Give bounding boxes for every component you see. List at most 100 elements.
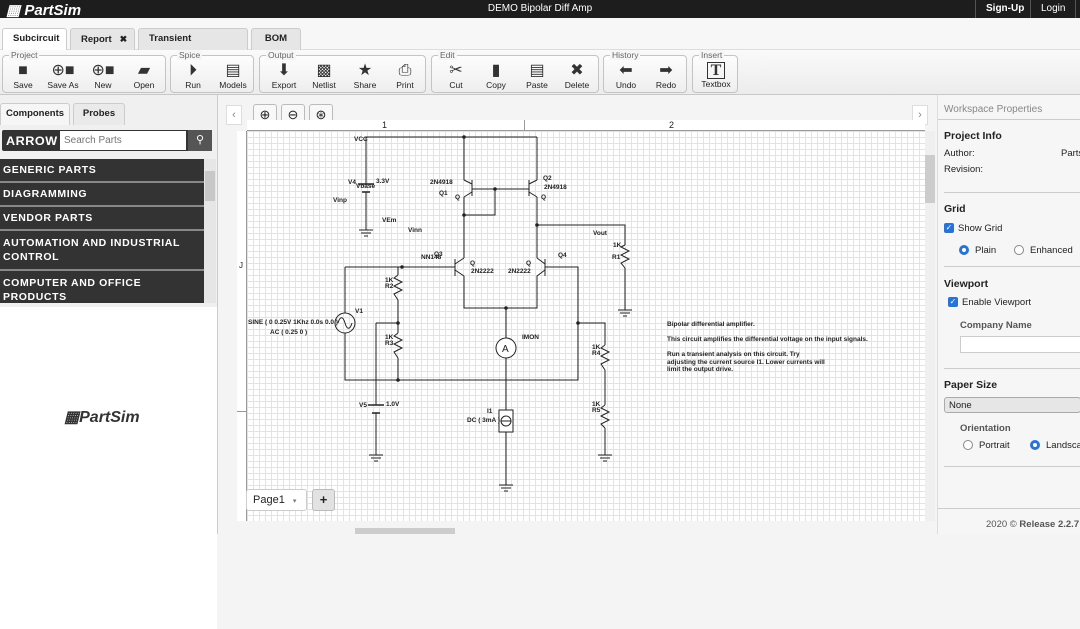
- tool-label: Cut: [449, 80, 463, 90]
- schematic-canvas[interactable]: VCC V4 Vbase 3.3V Vinp VEm Vinn 2N4918 Q…: [247, 131, 925, 521]
- redo-button[interactable]: ➡ Redo: [646, 62, 686, 90]
- ruler-divider: [524, 120, 525, 131]
- folder-plus-icon: ⊕■: [91, 62, 115, 79]
- document-title: DEMO Bipolar Diff Amp: [487, 3, 593, 14]
- label-q3: Q3: [434, 251, 443, 258]
- toolbar: Project ■ Save ⊕■ Save As ⊕■ New ▰ Open Spic…: [0, 50, 1080, 95]
- workspace-properties-panel: Workspace Properties Project Info Author…: [937, 95, 1080, 534]
- scrollbar-thumb[interactable]: [925, 155, 935, 203]
- checkbox-checked-icon[interactable]: ✓: [944, 223, 954, 234]
- label-r1: R1: [612, 254, 621, 261]
- category-generic-parts[interactable]: GENERIC PARTS: [0, 159, 204, 183]
- folder-download-icon: ⊕■: [51, 62, 75, 79]
- tab-subcircuit[interactable]: Subcircuit: [2, 28, 67, 51]
- resistor-r3[interactable]: [392, 332, 404, 359]
- close-icon[interactable]: ✖: [120, 34, 128, 44]
- tool-label: Print: [396, 80, 414, 90]
- author-value[interactable]: Parts: [1061, 148, 1080, 159]
- search-button[interactable]: ⚲: [188, 130, 212, 151]
- resistor-r2[interactable]: [392, 274, 404, 301]
- tab-components[interactable]: Components: [0, 103, 70, 125]
- label-vinp: Vinp: [333, 197, 347, 204]
- output-group: Output ⬇ Export ▩ Netlist ★ Share ⎙ Print: [259, 50, 426, 93]
- copy-icon: ▮: [491, 62, 501, 79]
- radio-selected-icon[interactable]: [959, 245, 969, 256]
- netlist-button[interactable]: ▩ Netlist: [304, 62, 344, 90]
- company-name-input[interactable]: [960, 336, 1080, 353]
- resistor-r5[interactable]: [599, 404, 611, 429]
- tab-probes[interactable]: Probes: [73, 103, 125, 125]
- save-button[interactable]: ■ Save: [3, 62, 43, 90]
- tab-bom[interactable]: BOM: [251, 28, 301, 50]
- label-q4-model: 2N2222: [508, 268, 531, 275]
- scissors-icon: ✂: [449, 62, 463, 79]
- print-button[interactable]: ⎙ Print: [385, 62, 425, 90]
- folder-icon: ■: [18, 62, 28, 79]
- canvas-vertical-scrollbar[interactable]: [925, 131, 935, 521]
- battery-v5[interactable]: [368, 404, 384, 414]
- grid-plain-radio[interactable]: Plain: [959, 245, 996, 256]
- grid-enhanced-radio[interactable]: Enhanced: [1014, 245, 1073, 256]
- category-scrollbar[interactable]: [204, 159, 216, 303]
- tool-label: Undo: [615, 80, 637, 90]
- undo-button[interactable]: ⬅ Undo: [606, 62, 646, 90]
- run-button[interactable]: ⏵ Run: [173, 62, 213, 90]
- paste-button[interactable]: ▤ Paste: [517, 62, 557, 90]
- new-button[interactable]: ⊕■ New: [83, 62, 123, 90]
- tool-label: Netlist: [312, 80, 336, 90]
- resistor-r1[interactable]: [619, 244, 631, 269]
- tool-label: Export: [271, 80, 297, 90]
- paper-size-select[interactable]: None: [944, 397, 1080, 413]
- models-button[interactable]: ▤ Models: [213, 62, 253, 90]
- checkbox-checked-icon[interactable]: ✓: [948, 297, 958, 308]
- textbox-button[interactable]: T Textbox: [696, 62, 736, 89]
- portrait-radio[interactable]: Portrait: [963, 440, 1010, 451]
- search-input[interactable]: [60, 131, 186, 150]
- radio-selected-icon[interactable]: [1030, 440, 1040, 451]
- label-q1-model: 2N4918: [430, 179, 453, 186]
- share-button[interactable]: ★ Share: [345, 62, 385, 90]
- schematic[interactable]: VCC V4 Vbase 3.3V Vinp VEm Vinn 2N4918 Q…: [247, 131, 925, 521]
- page-tab-label: Page1: [253, 494, 285, 506]
- tool-label: Paste: [526, 80, 548, 90]
- footer: 2020 © Release 2.2.7: [986, 519, 1079, 530]
- canvas-horizontal-scrollbar[interactable]: [355, 528, 455, 534]
- signup-button[interactable]: Sign-Up: [975, 0, 1034, 18]
- label-r3: R3: [385, 340, 394, 347]
- tab-label: Subcircuit: [13, 33, 60, 44]
- page-tab[interactable]: Page1 ▾: [246, 489, 307, 511]
- copy-button[interactable]: ▮ Copy: [476, 62, 516, 90]
- login-button[interactable]: Login: [1030, 0, 1077, 18]
- save-as-button[interactable]: ⊕■ Save As: [43, 62, 83, 90]
- resistor-r4[interactable]: [599, 344, 611, 371]
- delete-x-icon: ✖: [570, 62, 584, 79]
- enable-viewport-checkbox[interactable]: ✓ Enable Viewport: [948, 297, 1031, 308]
- collapse-left-button[interactable]: ‹: [226, 105, 242, 125]
- delete-button[interactable]: ✖ Delete: [557, 62, 597, 90]
- category-computer-office[interactable]: COMPUTER AND OFFICE PRODUCTS: [0, 271, 204, 303]
- ammeter-symbol: A: [502, 344, 509, 355]
- annotation-textbox[interactable]: Bipolar differential amplifier. This cir…: [667, 321, 868, 373]
- open-button[interactable]: ▰ Open: [124, 62, 164, 90]
- export-button[interactable]: ⬇ Export: [264, 62, 304, 90]
- tab-report[interactable]: Report ✖: [70, 28, 135, 50]
- scrollbar-thumb[interactable]: [205, 171, 215, 201]
- label-i1: I1: [487, 408, 493, 415]
- category-automation[interactable]: AUTOMATION AND INDUSTRIAL CONTROL: [0, 231, 204, 271]
- tab-transient-analysis[interactable]: Transient Analysis✖: [138, 28, 248, 65]
- category-diagramming[interactable]: DIAGRAMMING: [0, 183, 204, 207]
- landscape-radio[interactable]: Landscape: [1030, 440, 1080, 451]
- chevron-down-icon[interactable]: ▾: [293, 498, 297, 505]
- top-ruler: 1 2: [247, 120, 925, 131]
- radio-icon[interactable]: [1014, 245, 1024, 256]
- company-name-label: Company Name: [960, 320, 1032, 331]
- label-v4-value: 3.3V: [376, 178, 390, 185]
- add-page-button[interactable]: +: [312, 489, 335, 511]
- cut-button[interactable]: ✂ Cut: [436, 62, 476, 90]
- show-grid-checkbox[interactable]: ✓ Show Grid: [944, 223, 1002, 234]
- radio-icon[interactable]: [963, 440, 973, 451]
- category-vendor-parts[interactable]: VENDOR PARTS: [0, 207, 204, 231]
- wires[interactable]: [344, 136, 626, 485]
- label-v5: V5: [359, 402, 367, 409]
- spice-group: Spice ⏵ Run ▤ Models: [170, 50, 254, 93]
